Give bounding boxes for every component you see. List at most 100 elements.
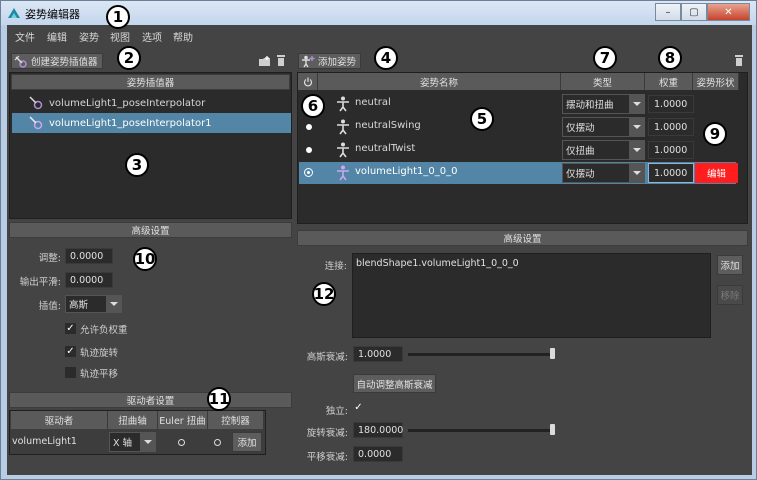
minimize-button[interactable]: – (655, 3, 681, 21)
menu-file[interactable]: 文件 (15, 29, 35, 44)
weight-col-header[interactable]: 权重 (645, 73, 693, 90)
track-translation-checkbox[interactable] (65, 367, 76, 378)
adjust-field[interactable]: 0.0000 (65, 248, 113, 264)
chevron-down-icon (106, 296, 121, 312)
add-connection-button[interactable]: 添加 (717, 255, 743, 275)
new-folder-icon[interactable] (258, 55, 271, 67)
interpolator-icon (29, 116, 43, 130)
allow-negative-checkbox[interactable]: ✓ (65, 323, 76, 334)
callout-10: 10 (133, 247, 157, 271)
gaussian-falloff-field[interactable]: 1.0000 (353, 346, 403, 362)
controller-col-header: 控制器 (208, 411, 264, 429)
twist-axis-combo[interactable]: X 轴 (109, 432, 156, 452)
pose-row[interactable]: neutral 摆动和扭曲 1.0000 (299, 93, 736, 115)
type-col-header[interactable]: 类型 (561, 73, 645, 90)
pose-row[interactable]: neutralSwing 仅摆动 1.0000 (299, 116, 736, 138)
pose-type-combo[interactable]: 仅摆动 (562, 163, 645, 183)
selected-radio[interactable] (304, 168, 313, 177)
create-interpolator-icon (14, 55, 27, 68)
pose-type-combo[interactable]: 仅摆动 (562, 117, 645, 137)
interpolator-list: 姿势插值器 volumeLight1_poseInterpolator volu… (9, 72, 292, 219)
right-advanced-header: 高级设置 (297, 230, 748, 246)
edit-pose-shape-button[interactable]: 编辑 (695, 163, 738, 183)
translation-falloff-field[interactable]: 0.0000 (353, 446, 403, 462)
rotation-falloff-field[interactable]: 180.0000 (353, 422, 403, 438)
pose-type-combo[interactable]: 摆动和扭曲 (562, 94, 645, 114)
chevron-down-icon (629, 141, 644, 159)
menu-edit[interactable]: 编辑 (47, 29, 67, 44)
pose-editor-window: 姿势编辑器 – ▢ ✕ 文件 编辑 姿势 视图 选项 帮助 创建姿势插值器 姿势… (0, 0, 757, 480)
add-pose-icon (302, 55, 315, 67)
create-interpolator-button[interactable]: 创建姿势插值器 (11, 53, 103, 69)
pose-type-combo[interactable]: 仅扭曲 (562, 140, 645, 160)
auto-gaussian-button[interactable]: 自动调整高斯衰减 (353, 374, 436, 393)
track-rotation-checkbox[interactable]: ✓ (65, 346, 76, 357)
connection-list[interactable]: blendShape1.volumeLight1_0_0_0 (352, 253, 711, 338)
enabled-dot[interactable] (306, 124, 312, 130)
interpolation-label: 插值: (38, 301, 61, 312)
pose-type-value: 仅摆动 (566, 123, 595, 134)
editor-client-area: 文件 编辑 姿势 视图 选项 帮助 创建姿势插值器 姿势插值器 volumeLi… (7, 5, 752, 475)
connection-entry[interactable]: blendShape1.volumeLight1_0_0_0 (356, 258, 519, 269)
independent-checkbox[interactable]: ✓ (353, 403, 364, 414)
euler-twist-col-header: Euler 扭曲 (158, 411, 208, 429)
add-controller-button[interactable]: 添加 (232, 432, 262, 452)
callout-12: 12 (312, 282, 336, 306)
remove-connection-button[interactable]: 移除 (717, 285, 743, 305)
callout-9: 9 (703, 122, 727, 146)
menu-pose[interactable]: 姿势 (79, 29, 99, 44)
controller-radio[interactable] (214, 439, 221, 446)
gaussian-falloff-slider[interactable] (408, 353, 554, 356)
interpolator-item-label: volumeLight1_poseInterpolator1 (49, 117, 212, 129)
driver-name[interactable]: volumeLight1 (12, 436, 77, 447)
allow-negative-label: 允许负权重 (80, 325, 128, 336)
interpolator-icon (29, 96, 43, 110)
callout-11: 11 (207, 387, 231, 411)
power-icon (303, 77, 312, 86)
twist-axis-col-header: 扭曲轴 (108, 411, 158, 429)
euler-twist-radio[interactable] (178, 439, 185, 446)
driver-settings-header: 驱动者设置 (9, 392, 292, 408)
gaussian-falloff-label: 高斯衰减: (306, 352, 348, 363)
pose-name: neutralSwing (355, 120, 421, 131)
pose-shape-col-header[interactable]: 姿势形状 (693, 73, 739, 90)
pose-type-value: 摆动和扭曲 (566, 100, 614, 111)
interpolator-item-label: volumeLight1_poseInterpolator (49, 97, 206, 109)
callout-1: 1 (106, 5, 130, 29)
power-col-header[interactable] (298, 73, 318, 90)
maximize-button[interactable]: ▢ (681, 3, 707, 21)
interpolator-item[interactable]: volumeLight1_poseInterpolator (12, 93, 291, 113)
callout-2: 2 (117, 46, 141, 70)
add-pose-button[interactable]: 添加姿势 (298, 53, 362, 69)
add-pose-label: 添加姿势 (318, 57, 357, 68)
enabled-dot[interactable] (306, 147, 312, 153)
pose-weight-field[interactable]: 1.0000 (648, 163, 694, 183)
menu-help[interactable]: 帮助 (173, 29, 193, 44)
pose-row-selected[interactable]: volumeLight1_0_0_0 仅摆动 1.0000 编辑 (299, 162, 738, 184)
callout-3: 3 (125, 153, 149, 177)
chevron-down-icon (140, 433, 155, 451)
pose-name-col-header[interactable]: 姿势名称 (318, 73, 561, 90)
gaussian-falloff-handle[interactable] (550, 348, 555, 359)
pose-weight-field[interactable]: 1.0000 (648, 141, 694, 159)
close-button[interactable]: ✕ (707, 3, 750, 21)
pose-weight-field[interactable]: 1.0000 (648, 118, 694, 136)
interpolator-item-selected[interactable]: volumeLight1_poseInterpolator1 (12, 113, 291, 133)
rotation-falloff-slider[interactable] (408, 429, 554, 432)
pose-row[interactable]: neutralTwist 仅扭曲 1.0000 (299, 139, 736, 161)
trash-icon[interactable] (734, 54, 744, 67)
pose-type-value: 仅摆动 (566, 169, 595, 180)
callout-6: 6 (301, 94, 325, 118)
rotation-falloff-handle[interactable] (550, 424, 555, 435)
pose-table: 姿势名称 类型 权重 姿势形状 neutral 摆动和扭曲 1.0000 neu… (297, 72, 748, 224)
callout-7: 7 (593, 46, 617, 70)
interpolation-combo[interactable]: 高斯 (65, 295, 122, 313)
trash-icon[interactable] (276, 54, 286, 67)
output-smooth-field[interactable]: 0.0000 (65, 272, 113, 288)
menu-view[interactable]: 视图 (110, 29, 130, 44)
pose-weight-field[interactable]: 1.0000 (648, 95, 694, 113)
menu-options[interactable]: 选项 (142, 29, 162, 44)
adjust-label: 调整: (38, 253, 61, 264)
output-smooth-label: 输出平滑: (19, 277, 61, 288)
connection-label: 连接: (324, 261, 347, 272)
